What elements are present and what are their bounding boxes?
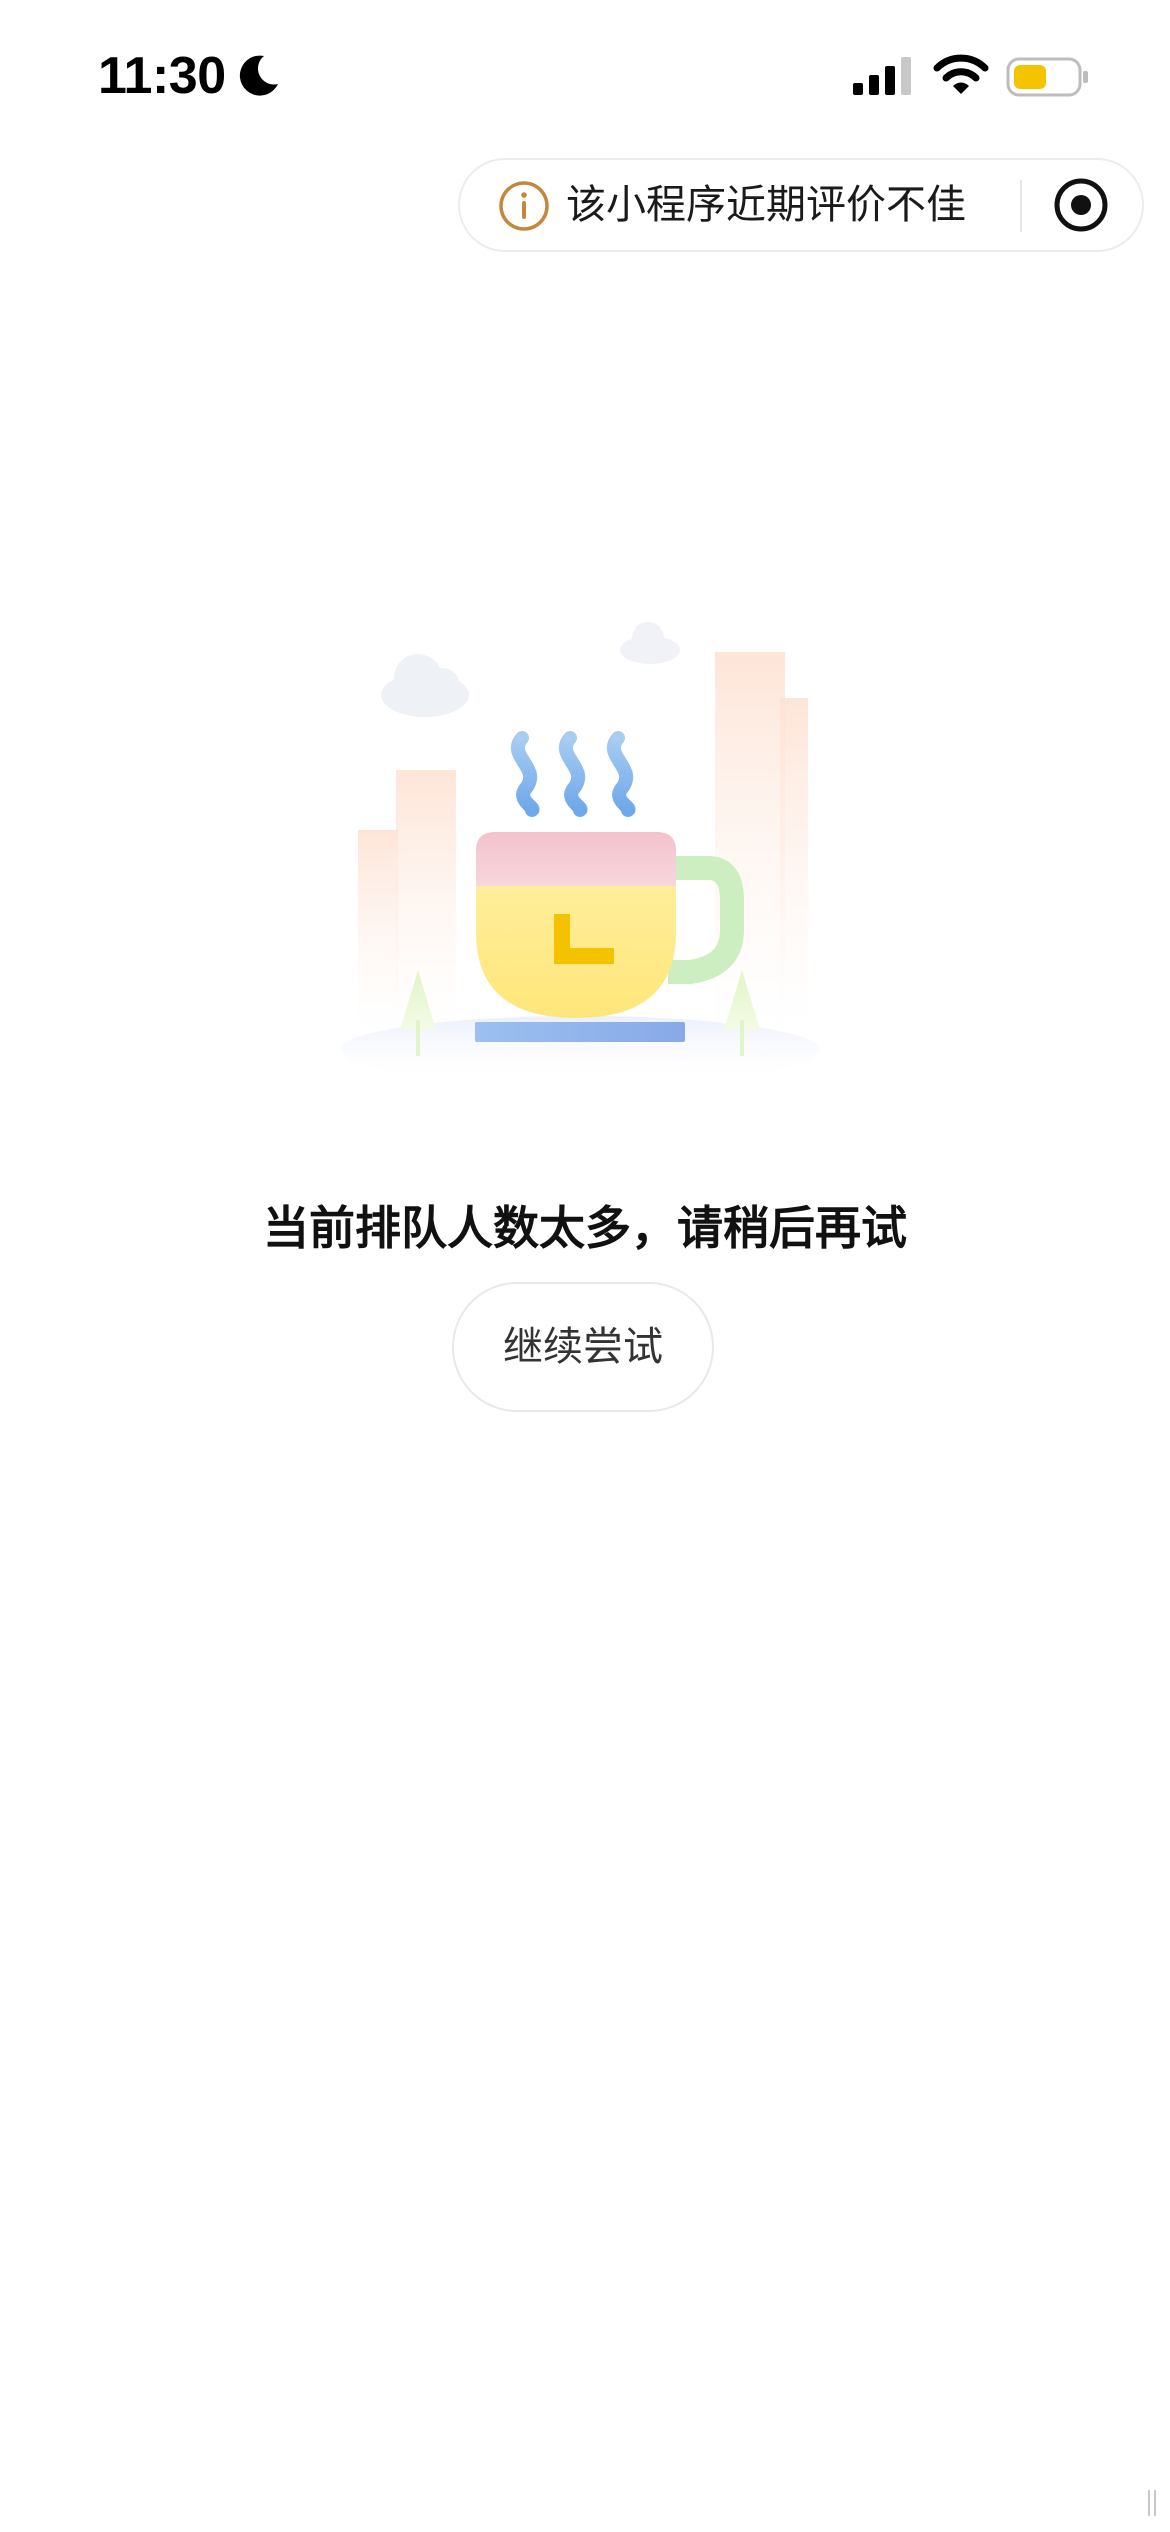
status-bar: 11:30 [0, 0, 1170, 150]
battery-icon [1006, 57, 1088, 97]
status-time: 11:30 [98, 47, 226, 105]
mini-program-capsule: 该小程序近期评价不佳 [458, 158, 1144, 252]
wifi-icon [933, 54, 989, 94]
info-icon [499, 181, 549, 231]
scroll-indicator-icon [1148, 2490, 1156, 2516]
rating-warning[interactable]: 该小程序近期评价不佳 [460, 160, 1020, 250]
retry-button[interactable]: 继续尝试 [452, 1282, 714, 1412]
coffee-cup-illustration [340, 622, 820, 1084]
target-icon[interactable] [1050, 174, 1112, 236]
queue-message: 当前排队人数太多，请稍后再试 [263, 1201, 907, 1255]
warning-text: 该小程序近期评价不佳 [566, 182, 966, 228]
signal-icon [853, 57, 911, 95]
moon-icon [239, 55, 278, 96]
capsule-divider [1020, 180, 1022, 232]
